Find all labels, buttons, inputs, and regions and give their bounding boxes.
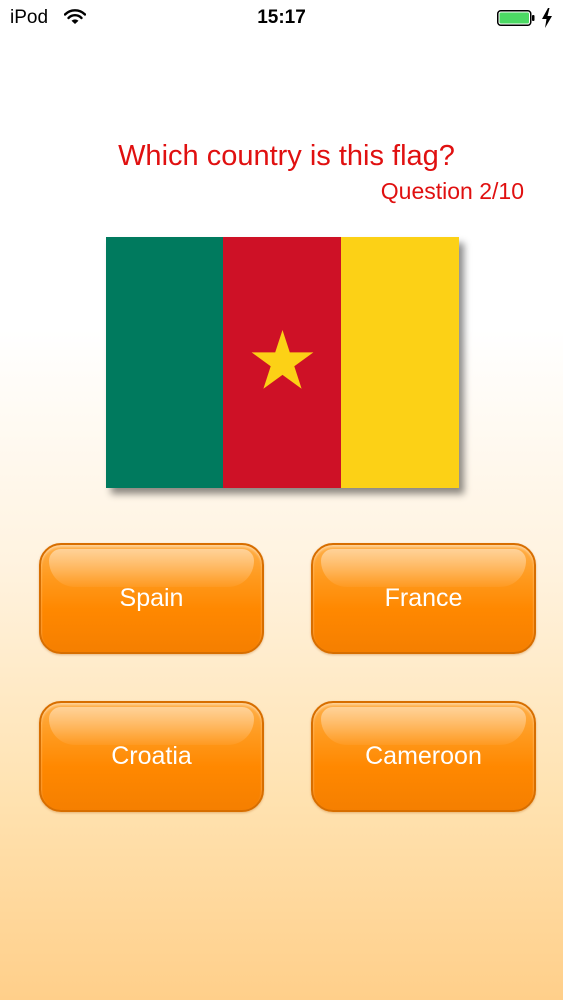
answer-button-2[interactable]: France	[311, 543, 536, 654]
answer-button-1[interactable]: Spain	[39, 543, 264, 654]
cameroon-flag-icon	[106, 237, 459, 488]
answer-label: Spain	[119, 584, 184, 612]
battery-icon	[497, 10, 535, 26]
charging-bolt-icon	[542, 8, 552, 28]
answer-label: France	[384, 584, 463, 612]
answer-button-3[interactable]: Croatia	[39, 701, 264, 812]
status-time: 15:17	[257, 7, 306, 28]
answer-label: Cameroon	[365, 742, 482, 770]
question-text: Which country is this flag?	[118, 140, 455, 172]
answer-label: Croatia	[111, 742, 192, 770]
flag-green-band	[106, 237, 224, 488]
question-counter: Question 2/10	[380, 178, 524, 204]
flag-image	[106, 237, 459, 488]
status-bar: iPod 15:17	[0, 0, 563, 40]
answer-button-4[interactable]: Cameroon	[311, 701, 536, 812]
flag-yellow-band	[341, 237, 459, 488]
